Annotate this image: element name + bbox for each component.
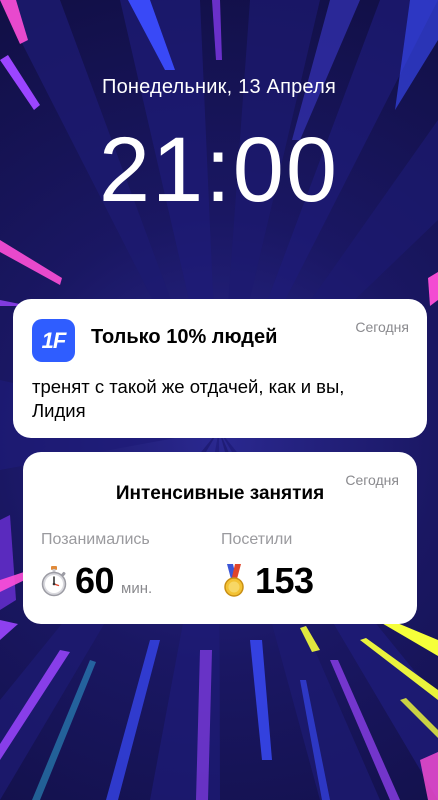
app-icon: 1F	[32, 319, 75, 362]
notification-title: Только 10% людей	[91, 326, 278, 348]
notification-time: Сегодня	[355, 319, 409, 335]
stopwatch-icon	[41, 566, 67, 597]
stat-label-trained: Позанимались	[41, 531, 150, 548]
lock-time: 21:00	[98, 119, 340, 221]
stat-unit-trained: мин.	[121, 580, 153, 597]
notification-card-2[interactable]: Сегодня Интенсивные занятия Позанимались…	[23, 452, 417, 624]
stat-label-visited: Посетили	[221, 531, 293, 548]
stat-trained: 60 мин.	[41, 560, 152, 602]
stat-visited: 153	[221, 560, 314, 602]
medal-icon	[224, 564, 244, 597]
notification-card-1[interactable]: 1F Только 10% людей Сегодня тренят с так…	[13, 299, 427, 438]
stat-value-visited: 153	[255, 560, 314, 601]
lock-date: Понедельник, 13 Апреля	[102, 76, 336, 98]
notification-title: Интенсивные занятия	[115, 483, 325, 504]
stat-value-trained: 60	[75, 560, 115, 601]
notification-body: тренят с такой же отдачей, как и вы, Лид…	[32, 376, 345, 421]
lock-screen: Понедельник, 13 Апреля 21:00 1F Только 1…	[0, 0, 438, 800]
